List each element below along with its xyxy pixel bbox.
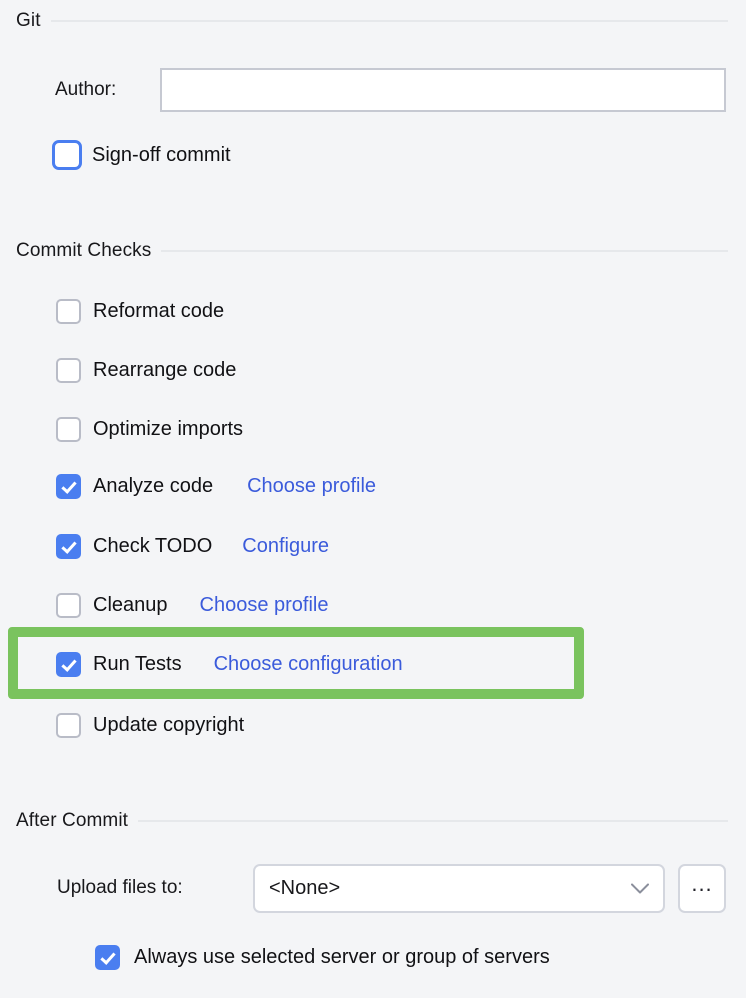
section-header-after-commit: After Commit [16, 810, 728, 832]
run-tests-choose-configuration-link[interactable]: Choose configuration [214, 652, 403, 676]
section-title-git: Git [16, 10, 41, 31]
check-row-update-copyright[interactable]: Update copyright [56, 711, 244, 739]
section-title-commit-checks: Commit Checks [16, 240, 152, 261]
cleanup-checkbox[interactable] [56, 592, 81, 618]
ellipsis-icon: ... [691, 870, 713, 896]
chevron-down-icon [631, 883, 649, 894]
upload-files-to-label: Upload files to: [57, 877, 183, 898]
check-row-cleanup[interactable]: Cleanup Choose profile [56, 591, 328, 619]
section-rule [161, 250, 728, 252]
section-title-after-commit: After Commit [16, 810, 129, 831]
run-tests-label: Run Tests [93, 653, 182, 675]
check-row-reformat-code[interactable]: Reformat code [56, 297, 224, 325]
rearrange-code-checkbox[interactable] [56, 357, 81, 383]
reformat-code-checkbox[interactable] [56, 298, 81, 324]
check-row-run-tests[interactable]: Run Tests Choose configuration [56, 650, 403, 678]
always-use-selected-server-checkbox[interactable] [95, 944, 120, 970]
cleanup-choose-profile-link[interactable]: Choose profile [200, 593, 329, 617]
check-todo-label: Check TODO [93, 535, 213, 557]
rearrange-code-label: Rearrange code [93, 359, 237, 381]
browse-servers-button[interactable]: ... [678, 864, 726, 913]
check-todo-checkbox[interactable] [56, 533, 81, 559]
cleanup-label: Cleanup [93, 594, 168, 616]
always-use-selected-server-row[interactable]: Always use selected server or group of s… [95, 943, 550, 971]
run-tests-checkbox[interactable] [56, 651, 81, 677]
optimize-imports-checkbox[interactable] [56, 416, 81, 442]
always-use-selected-server-label: Always use selected server or group of s… [134, 946, 550, 968]
section-header-commit-checks: Commit Checks [16, 240, 728, 262]
update-copyright-label: Update copyright [93, 714, 245, 736]
update-copyright-checkbox[interactable] [56, 712, 81, 738]
sign-off-commit-checkbox[interactable] [52, 140, 82, 170]
check-row-check-todo[interactable]: Check TODO Configure [56, 532, 329, 560]
analyze-code-checkbox[interactable] [56, 473, 81, 499]
section-header-git: Git [16, 10, 728, 32]
section-rule [50, 20, 728, 22]
section-rule [138, 820, 728, 822]
sign-off-commit-label: Sign-off commit [92, 144, 231, 166]
check-row-analyze-code[interactable]: Analyze code Choose profile [56, 472, 376, 500]
optimize-imports-label: Optimize imports [93, 418, 244, 440]
upload-server-select[interactable]: <None> [253, 864, 665, 913]
upload-files-to-row: Upload files to: [57, 873, 183, 903]
reformat-code-label: Reformat code [93, 300, 225, 322]
check-row-optimize-imports[interactable]: Optimize imports [56, 415, 243, 443]
sign-off-commit-row[interactable]: Sign-off commit [52, 138, 231, 172]
author-label: Author: [55, 79, 117, 100]
analyze-code-label: Analyze code [93, 475, 214, 497]
author-input[interactable] [160, 68, 726, 112]
author-row: Author: [55, 68, 116, 112]
analyze-code-choose-profile-link[interactable]: Choose profile [247, 474, 376, 498]
check-todo-configure-link[interactable]: Configure [242, 534, 329, 558]
upload-server-selected-value: <None> [269, 877, 341, 899]
settings-panel: Git Author: Sign-off commit Commit Check… [0, 0, 746, 998]
check-row-rearrange-code[interactable]: Rearrange code [56, 356, 236, 384]
